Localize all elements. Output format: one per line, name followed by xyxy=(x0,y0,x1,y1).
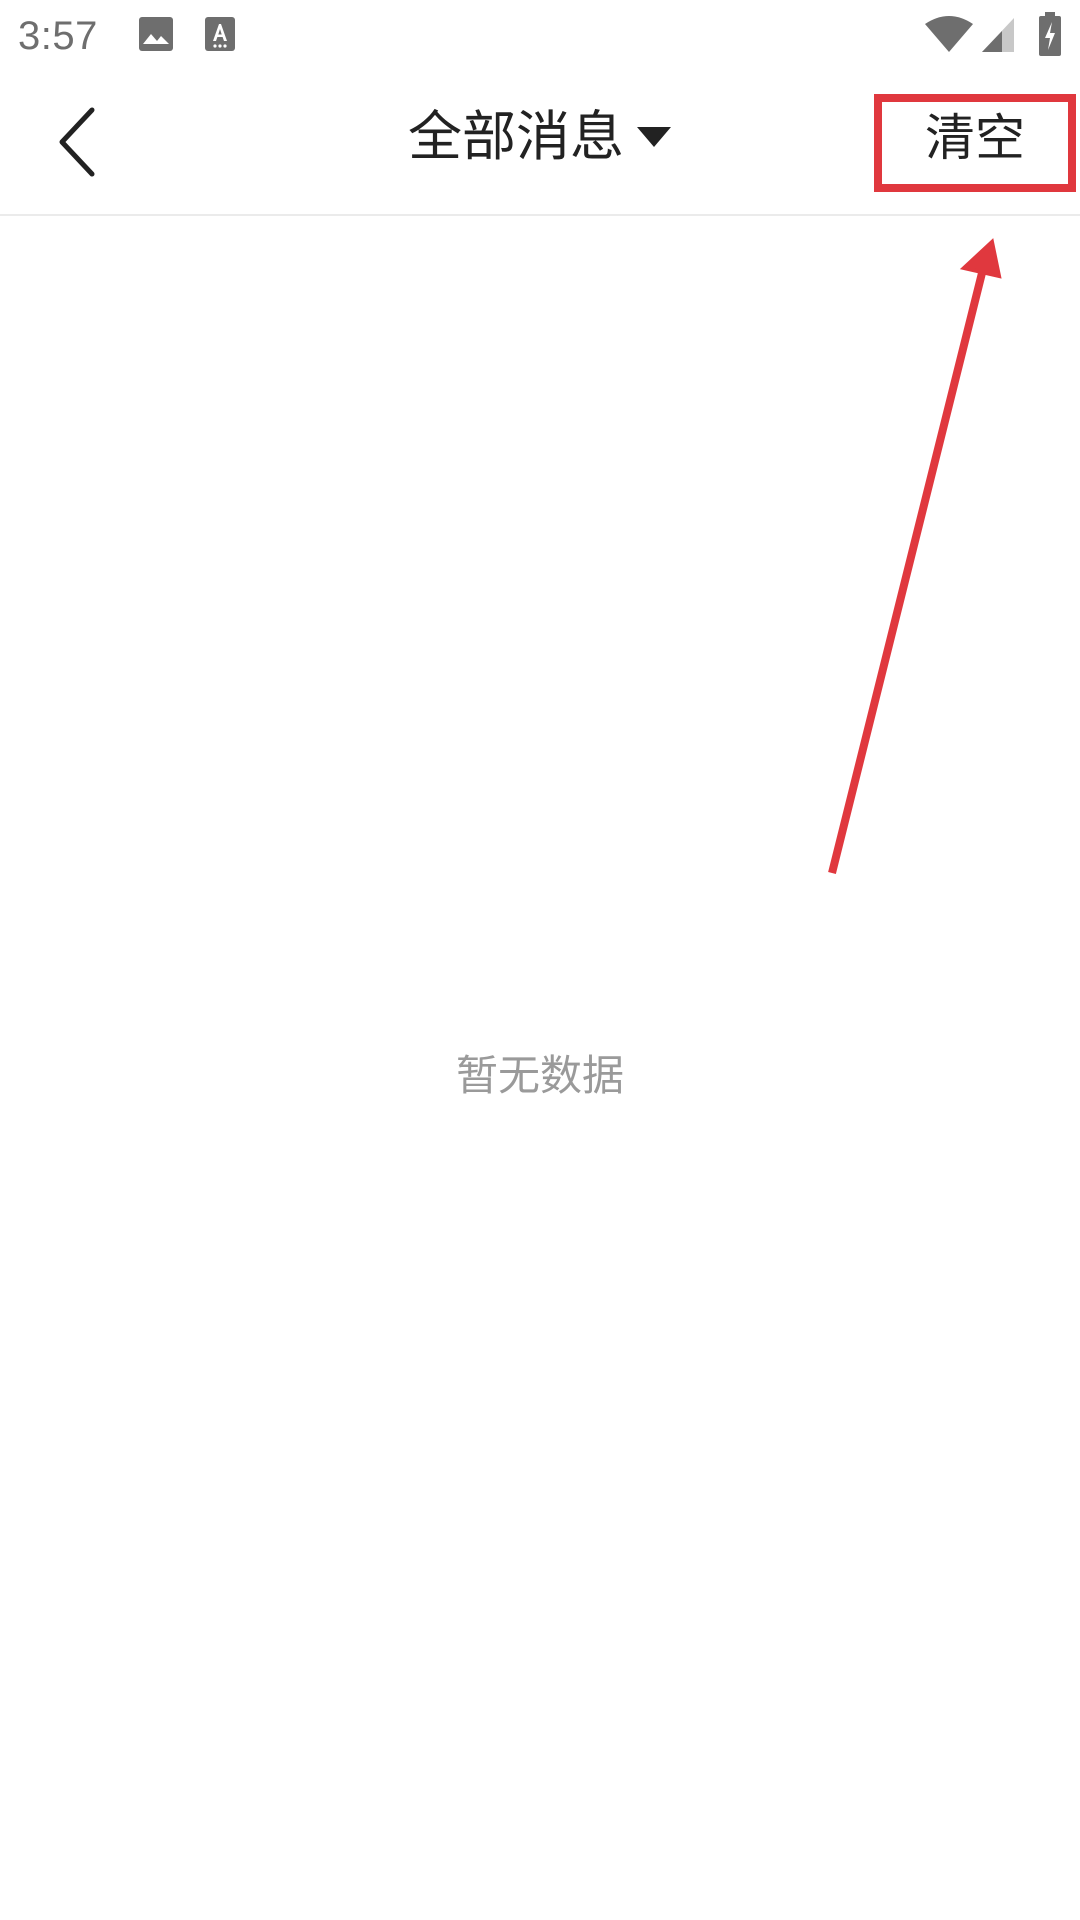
clear-button[interactable]: 清空 xyxy=(874,72,1076,196)
image-icon xyxy=(139,17,173,51)
wifi-icon xyxy=(925,16,973,52)
page-title: 全部消息 xyxy=(408,105,624,168)
top-navigation-bar: 全部消息 清空 xyxy=(0,72,1080,216)
caret-down-icon xyxy=(637,127,671,147)
battery-charging-icon xyxy=(1039,12,1061,56)
signal-icon xyxy=(982,18,1014,52)
a-keyboard-icon xyxy=(205,17,235,51)
status-time: 3:57 xyxy=(18,14,98,58)
annotation-arrow-icon xyxy=(828,238,1002,874)
empty-state-text: 暂无数据 xyxy=(455,1051,624,1100)
status-bar: 3:57 xyxy=(0,0,1080,72)
message-list-screen: 3:57 全部消息 清空 暂无数据 xyxy=(0,0,1080,1920)
